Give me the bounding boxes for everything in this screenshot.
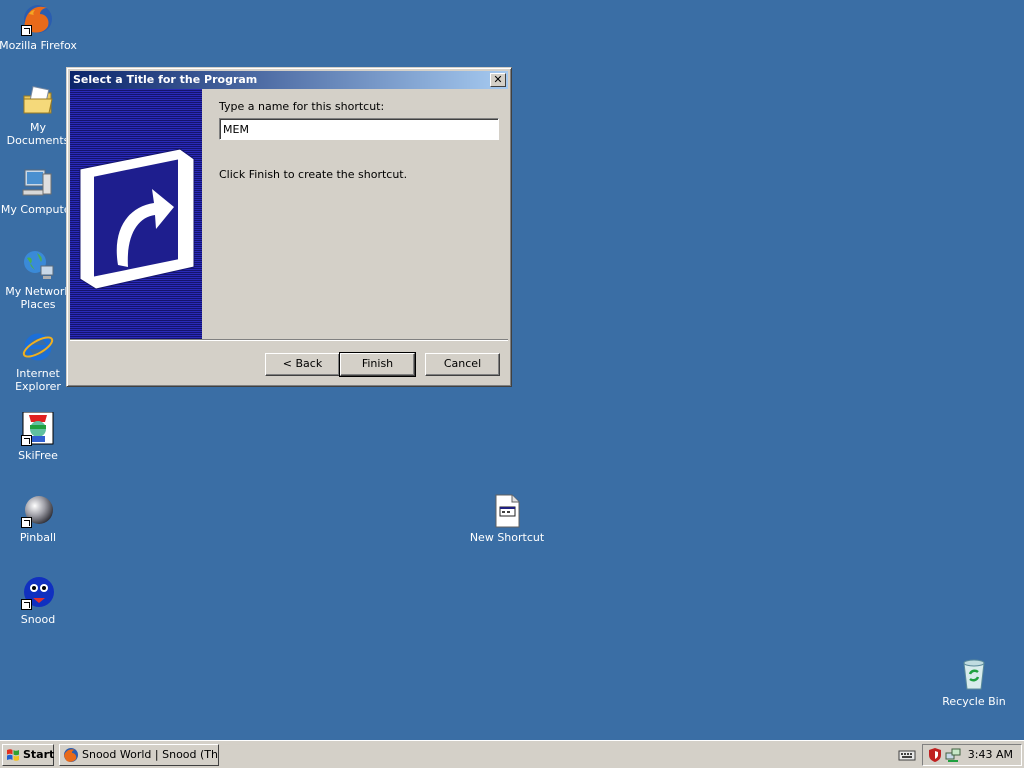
pinball-icon — [21, 494, 55, 528]
start-button[interactable]: Start — [2, 744, 54, 766]
taskbar: Start Snood World | Snood (Th... 3:43 AM — [0, 740, 1024, 768]
desktop-icon-snood[interactable]: Snood — [0, 576, 78, 626]
desktop-icon-recycle-bin[interactable]: Recycle Bin — [934, 658, 1014, 708]
shortcut-overlay-icon — [21, 599, 32, 610]
skifree-icon — [21, 411, 55, 446]
close-icon: ✕ — [493, 73, 503, 86]
firefox-icon — [21, 2, 55, 36]
cancel-button[interactable]: Cancel — [425, 353, 500, 376]
taskbar-button-firefox[interactable]: Snood World | Snood (Th... — [59, 744, 219, 766]
back-button[interactable]: < Back — [265, 353, 340, 376]
computer-icon — [21, 166, 55, 200]
finish-button[interactable]: Finish — [339, 352, 416, 377]
windows-logo-icon — [7, 749, 19, 761]
snood-icon — [21, 576, 55, 610]
desktop-icon-pinball[interactable]: Pinball — [0, 494, 78, 544]
close-button[interactable]: ✕ — [490, 73, 506, 87]
network-connection-icon[interactable] — [945, 747, 961, 763]
internet-explorer-icon — [21, 330, 55, 364]
network-globe-icon — [21, 248, 55, 282]
desktop-icon-label: Mozilla Firefox — [0, 39, 77, 52]
security-shield-icon[interactable] — [927, 747, 943, 763]
keyboard-icon[interactable] — [898, 748, 916, 762]
shortcut-overlay-icon — [21, 517, 32, 528]
desktop-icon-new-shortcut[interactable]: New Shortcut — [467, 494, 547, 544]
clock[interactable]: 3:43 AM — [968, 745, 1013, 765]
dialog-title: Select a Title for the Program — [73, 73, 258, 86]
shortcut-arrow-icon — [79, 148, 195, 290]
firefox-icon — [64, 748, 78, 762]
button-separator — [70, 339, 508, 341]
document-file-icon — [490, 494, 524, 528]
shortcut-overlay-icon — [21, 25, 32, 36]
shortcut-name-input[interactable] — [219, 118, 499, 140]
desktop-icon-label: New Shortcut — [469, 531, 545, 544]
desktop-icon-label: Pinball — [19, 531, 57, 544]
desktop-icon-firefox[interactable]: Mozilla Firefox — [0, 2, 78, 52]
wizard-content: Type a name for this shortcut: — [219, 100, 501, 140]
wizard-banner-image — [70, 89, 202, 339]
desktop-icon-label: Snood — [20, 613, 56, 626]
desktop-icon-skifree[interactable]: SkiFree — [0, 411, 78, 462]
dialog-titlebar[interactable]: Select a Title for the Program ✕ — [70, 71, 508, 89]
desktop-icon-label: SkiFree — [18, 449, 58, 462]
system-tray: 3:43 AM — [922, 744, 1022, 766]
taskbar-button-label: Snood World | Snood (Th... — [82, 748, 219, 761]
desktop-icon-label: Recycle Bin — [942, 695, 1006, 708]
folder-documents-icon — [21, 84, 55, 118]
finish-instructions: Click Finish to create the shortcut. — [219, 168, 408, 181]
recycle-bin-icon — [957, 658, 991, 692]
shortcut-overlay-icon — [21, 435, 32, 446]
shortcut-wizard-dialog: Select a Title for the Program ✕ Type a … — [66, 67, 512, 387]
shortcut-name-label: Type a name for this shortcut: — [219, 100, 385, 113]
start-label: Start — [23, 748, 55, 761]
